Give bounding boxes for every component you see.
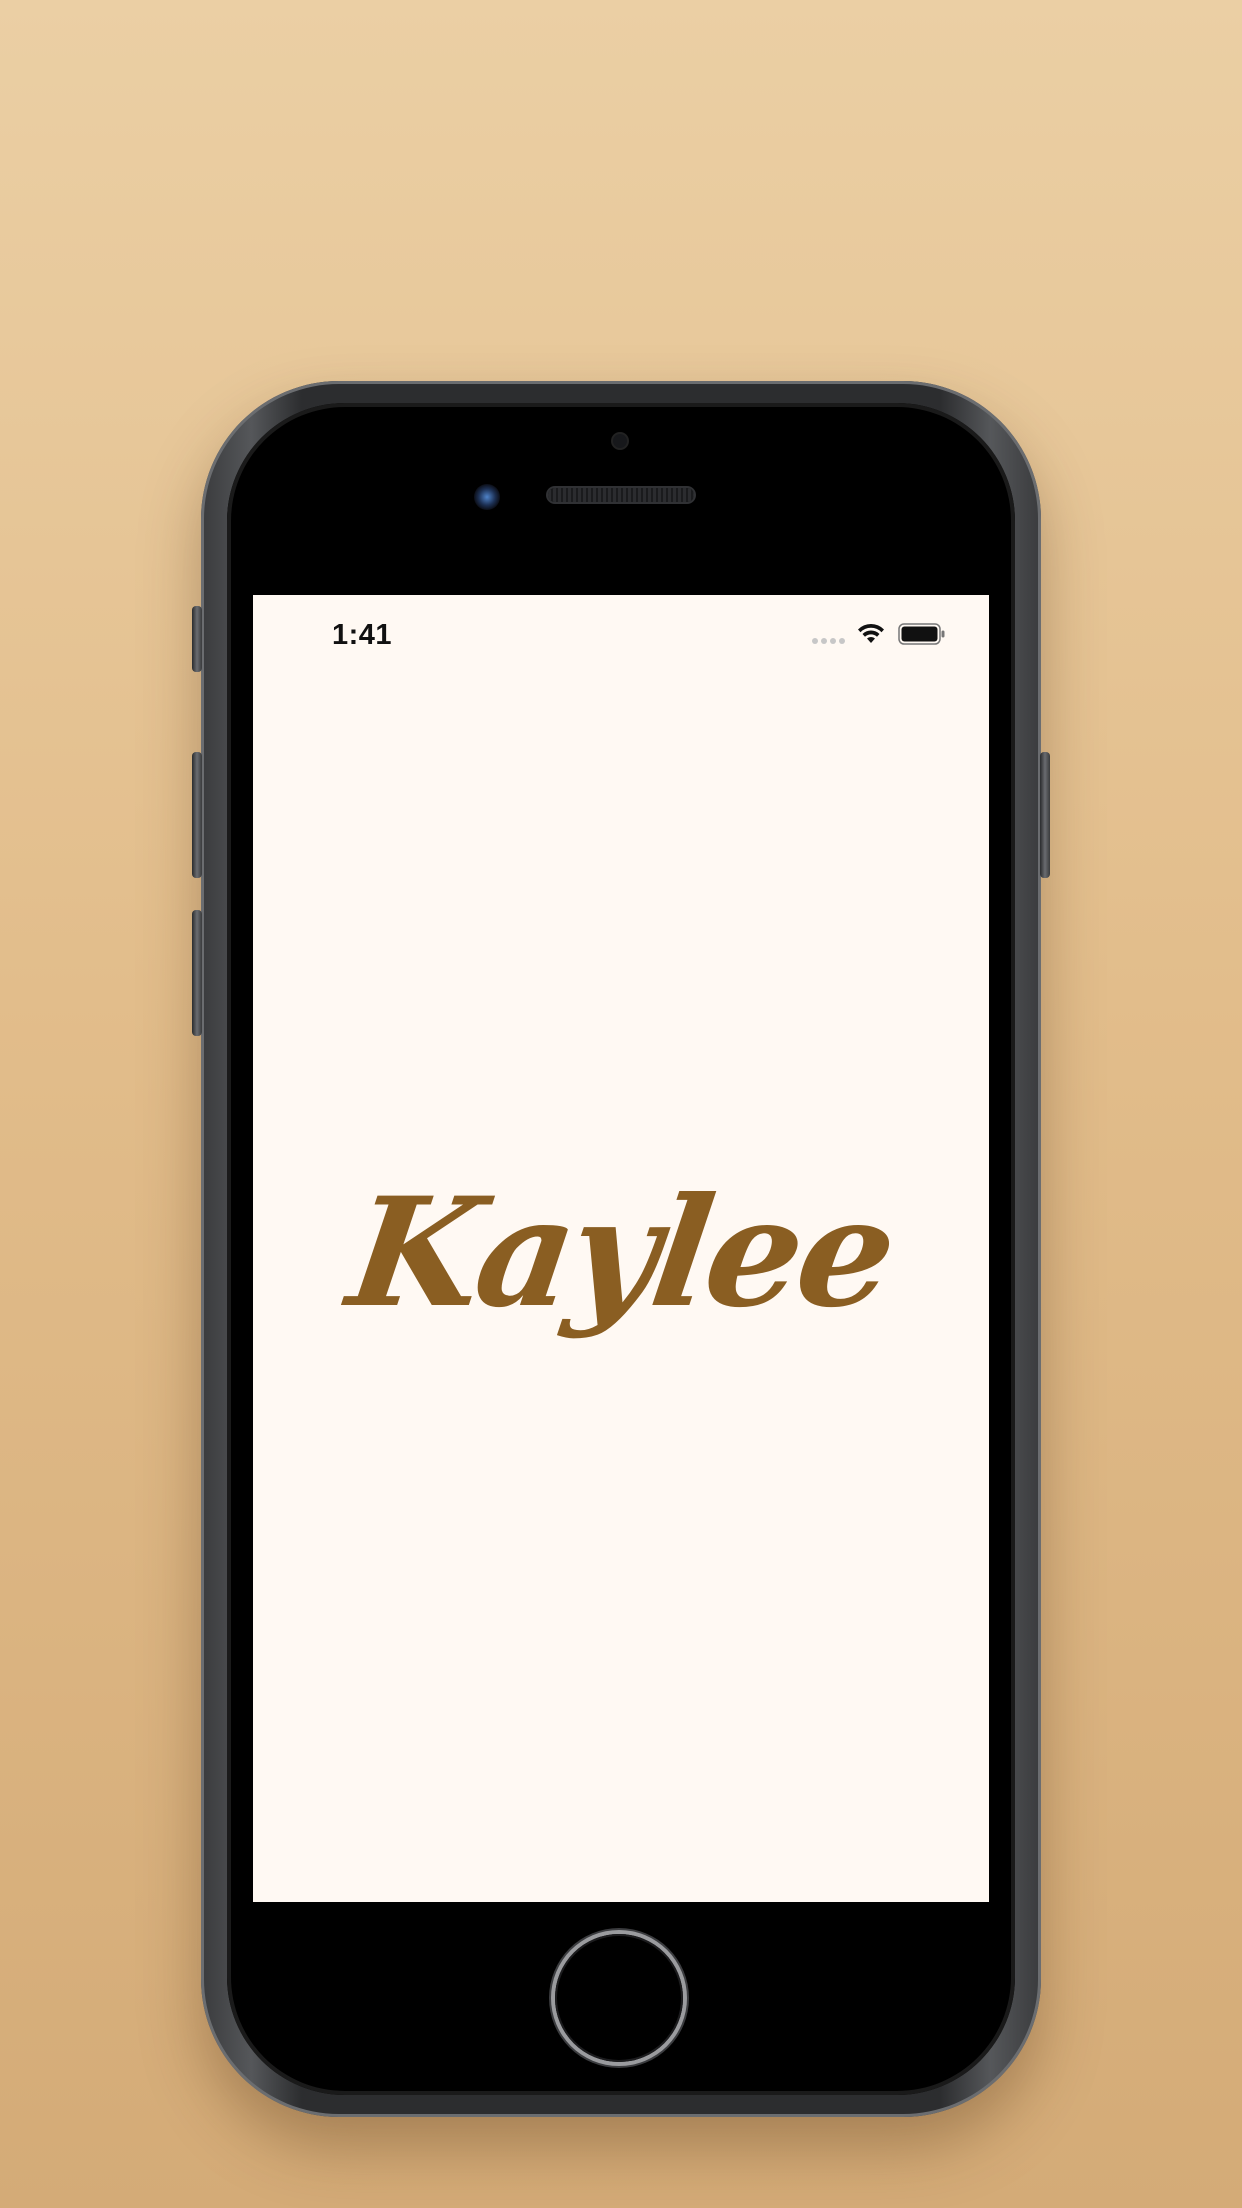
home-button-icon[interactable]: [555, 1934, 683, 2062]
earpiece-speaker-icon: [548, 488, 694, 502]
battery-icon: [898, 623, 945, 645]
signal-bars-icon: [812, 638, 845, 644]
wifi-icon: [858, 623, 884, 643]
app-logo: Kaylee: [339, 1165, 903, 1341]
app-screen: 1:41 Kaylee: [253, 595, 989, 1902]
power-button: [1040, 752, 1050, 878]
status-time: 1:41: [332, 619, 393, 651]
volume-up-button: [192, 752, 202, 878]
status-bar: 1:41: [253, 595, 989, 675]
mute-switch: [192, 606, 202, 672]
volume-down-button: [192, 910, 202, 1036]
front-camera-icon: [474, 484, 500, 510]
proximity-sensor: [613, 434, 627, 448]
